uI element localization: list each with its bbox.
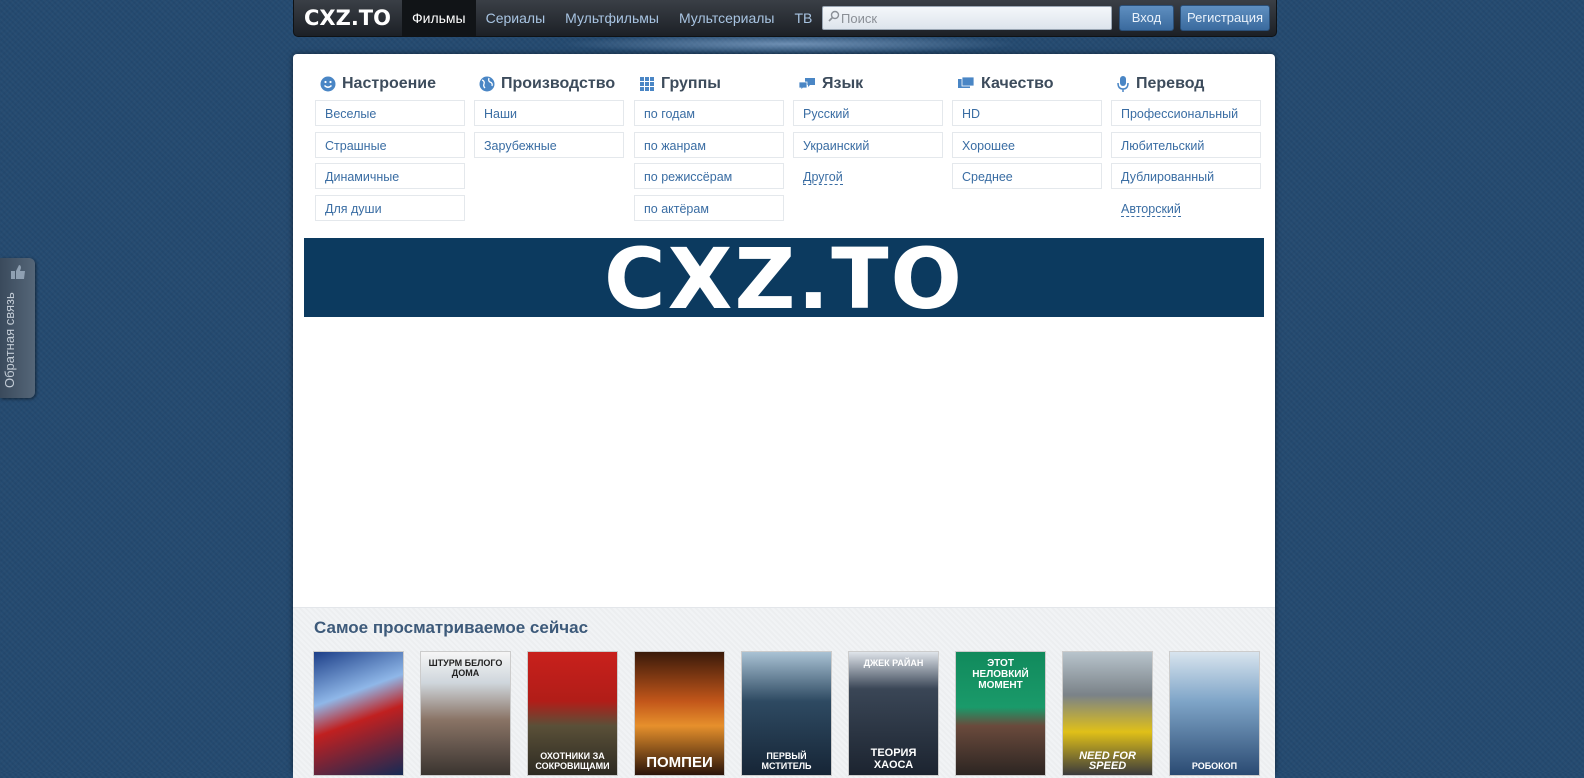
speech-bubbles-icon <box>798 78 815 91</box>
category-link[interactable]: Наши <box>474 100 624 126</box>
category-groups: Группы по годам по жанрам по режиссёрам … <box>634 72 784 226</box>
promo-banner[interactable]: CXZ.TO <box>304 230 1264 328</box>
nav-tv[interactable]: ТВ <box>785 0 823 36</box>
login-button[interactable]: Вход <box>1119 5 1174 31</box>
main-nav: Фильмы Сериалы Мультфильмы Мультсериалы … <box>402 0 822 36</box>
search-input[interactable] <box>841 7 1101 29</box>
category-link[interactable]: Веселые <box>315 100 465 126</box>
main-panel: Настроение Веселые Страшные Динамичные Д… <box>293 54 1275 778</box>
category-production: Производство Наши Зарубежные <box>474 72 624 163</box>
category-title: Перевод <box>1136 75 1205 92</box>
category-link[interactable]: Среднее <box>952 163 1102 189</box>
category-link[interactable]: Хорошее <box>952 131 1102 158</box>
category-link[interactable]: Страшные <box>315 131 465 158</box>
nav-films[interactable]: Фильмы <box>402 0 476 36</box>
movie-poster[interactable]: ПОМПЕИ <box>634 651 725 776</box>
category-link[interactable]: по актёрам <box>634 194 784 221</box>
category-link[interactable]: Профессиональный <box>1111 100 1261 126</box>
movie-poster[interactable]: РОБОКОП <box>1169 651 1260 776</box>
category-title: Группы <box>661 75 721 92</box>
search-box <box>822 6 1112 30</box>
microphone-icon <box>1117 76 1129 92</box>
category-title: Язык <box>822 75 864 92</box>
category-link[interactable]: по режиссёрам <box>634 163 784 189</box>
header-glow <box>560 34 1020 54</box>
category-quality: Качество HD Хорошее Среднее <box>952 72 1102 195</box>
smiley-icon <box>320 76 336 92</box>
category-link[interactable]: по годам <box>634 100 784 126</box>
feedback-label: Обратная связь <box>2 292 17 388</box>
category-link[interactable]: Динамичные <box>315 163 465 189</box>
category-title: Настроение <box>342 75 437 92</box>
globe-icon <box>479 76 495 92</box>
movie-poster[interactable]: ОХОТНИКИ ЗА СОКРОВИЩАМИ <box>527 651 618 776</box>
category-link[interactable]: Русский <box>793 100 943 126</box>
feedback-tab[interactable]: Обратная связь <box>0 258 35 398</box>
category-link[interactable]: Зарубежные <box>474 131 624 158</box>
movie-poster[interactable]: ЭТОТ НЕЛОВКИЙ МОМЕНТ <box>955 651 1046 776</box>
category-translation: Перевод Профессиональный Любительский Ду… <box>1111 72 1261 226</box>
category-title: Производство <box>501 75 616 92</box>
nav-cartoons[interactable]: Мультфильмы <box>555 0 669 36</box>
movie-poster[interactable]: ШТУРМ БЕЛОГО ДОМА <box>420 651 511 776</box>
category-link[interactable]: по жанрам <box>634 131 784 158</box>
category-link[interactable]: Украинский <box>793 131 943 158</box>
category-toggle-link[interactable]: Авторский <box>1111 195 1261 221</box>
category-link[interactable]: Дублированный <box>1111 163 1261 189</box>
search-icon <box>828 10 840 22</box>
category-title: Качество <box>981 75 1054 92</box>
register-button[interactable]: Регистрация <box>1180 5 1270 31</box>
most-watched-section: Самое просматриваемое сейчас ШТУРМ БЕЛОГ… <box>293 607 1275 778</box>
section-title: Самое просматриваемое сейчас <box>314 618 589 637</box>
category-link[interactable]: Любительский <box>1111 131 1261 158</box>
category-link[interactable]: Для души <box>315 194 465 221</box>
banner-logo-text: CXZ.TO <box>604 230 964 328</box>
nav-series[interactable]: Сериалы <box>476 0 556 36</box>
movie-poster[interactable]: ПЕРВЫЙ МСТИТЕЛЬ <box>741 651 832 776</box>
site-logo[interactable]: CXZ.TO <box>304 6 391 30</box>
movie-poster[interactable]: ДЖЕК РАЙАН ТЕОРИЯ ХАОСА <box>848 651 939 776</box>
nav-cartoon-series[interactable]: Мультсериалы <box>669 0 785 36</box>
screen-icon <box>958 76 975 88</box>
top-bar: CXZ.TO Фильмы Сериалы Мультфильмы Мультс… <box>293 0 1277 37</box>
category-language: Язык Русский Украинский Другой <box>793 72 943 195</box>
grid-icon <box>640 77 654 91</box>
movie-poster[interactable] <box>313 651 404 776</box>
category-mood: Настроение Веселые Страшные Динамичные Д… <box>315 72 465 226</box>
category-link[interactable]: HD <box>952 100 1102 126</box>
movie-poster[interactable]: NEED FOR SPEED <box>1062 651 1153 776</box>
category-toggle-link[interactable]: Другой <box>793 163 943 189</box>
